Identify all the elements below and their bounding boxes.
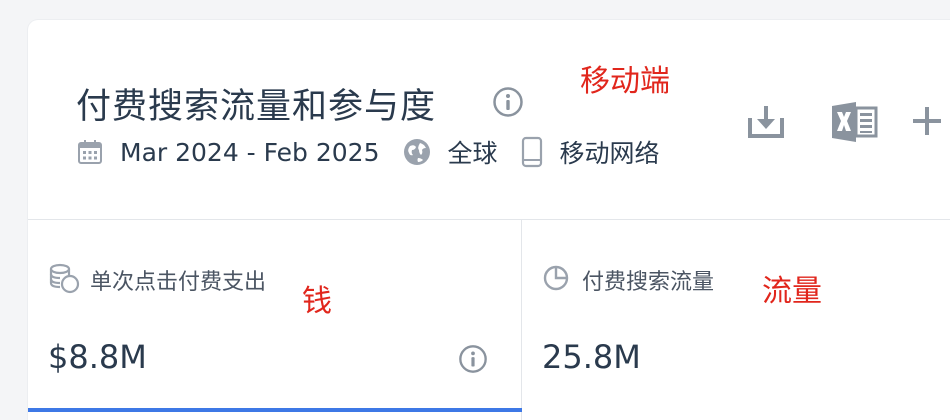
mobile-device-icon: [520, 136, 544, 168]
download-icon[interactable]: [746, 102, 786, 146]
metric-value: 25.8M: [542, 338, 641, 376]
excel-icon[interactable]: [830, 100, 878, 148]
metric-label: 单次点击付费支出: [90, 270, 267, 295]
annotation-money: 钱: [302, 284, 332, 319]
metric-cpc-spend[interactable]: 单次点击付费支出 钱 $8.8M: [28, 220, 522, 420]
device-label[interactable]: 移动网络: [560, 134, 660, 170]
add-icon[interactable]: [912, 106, 942, 140]
info-icon[interactable]: [492, 86, 524, 122]
widget-meta: Mar 2024 - Feb 2025 全球 移动网络: [76, 132, 682, 172]
metric-value: $8.8M: [48, 338, 147, 376]
info-icon[interactable]: [458, 344, 488, 378]
widget-card: 付费搜索流量和参与度 移动端 Mar 2024 - Feb 2025 全球 移动…: [28, 20, 950, 420]
annotation-traffic: 流量: [762, 274, 822, 309]
coins-icon: [48, 262, 80, 298]
region-label[interactable]: 全球: [448, 134, 498, 170]
active-tab-indicator: [28, 408, 522, 412]
widget-title: 付费搜索流量和参与度: [76, 87, 437, 127]
globe-icon: [402, 137, 432, 167]
annotation-mobile: 移动端: [580, 64, 670, 99]
calendar-icon: [76, 138, 104, 166]
metric-paid-search-traffic[interactable]: 付费搜索流量 流量 25.8M: [522, 220, 950, 420]
widget-header: 付费搜索流量和参与度 移动端 Mar 2024 - Feb 2025 全球 移动…: [28, 20, 950, 220]
metric-label: 付费搜索流量: [582, 270, 715, 295]
date-range[interactable]: Mar 2024 - Feb 2025: [120, 138, 380, 167]
pie-chart-icon: [542, 264, 570, 296]
